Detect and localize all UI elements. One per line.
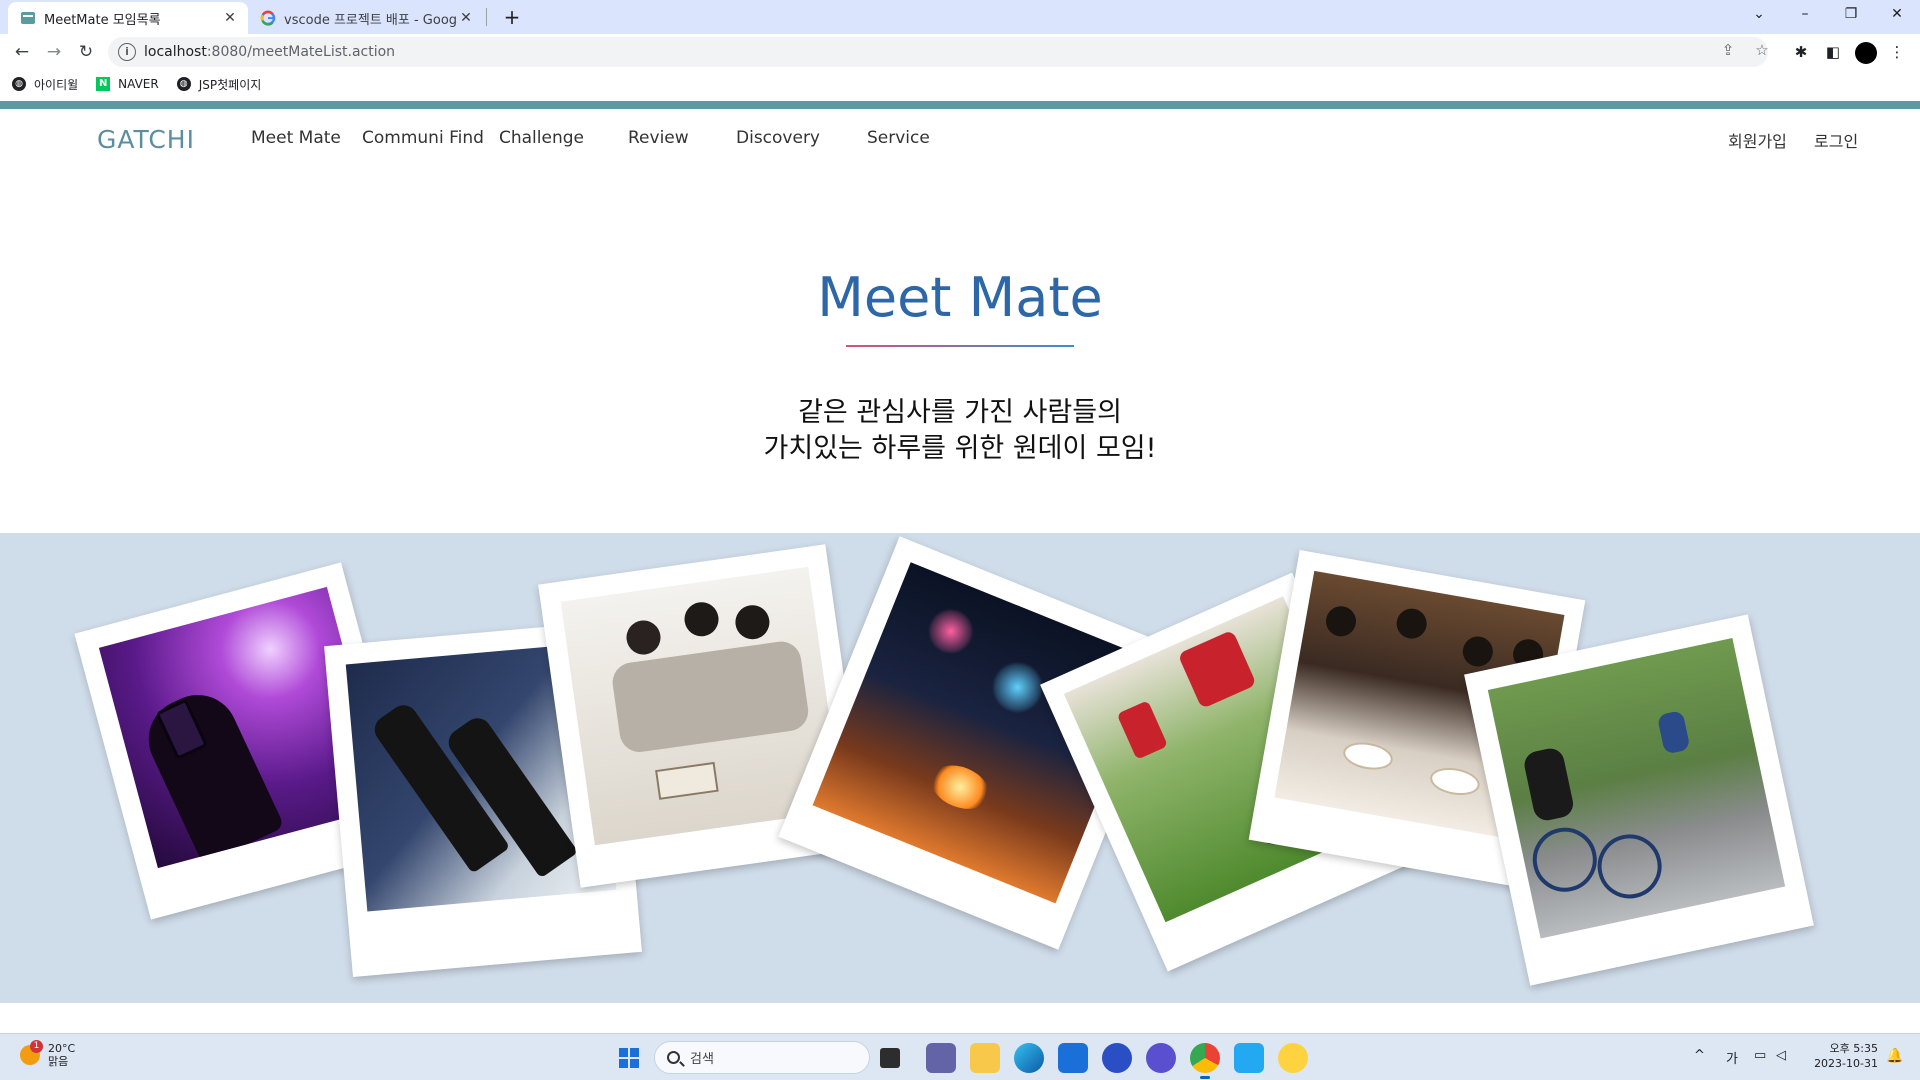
extensions-icon[interactable]: ✱ [1790, 41, 1812, 63]
app-circle-icon[interactable] [1146, 1043, 1176, 1073]
nav-service[interactable]: Service [867, 128, 930, 148]
vscode-icon[interactable] [1234, 1043, 1264, 1073]
polaroid-cycling[interactable] [1464, 614, 1814, 986]
menu-kebab-icon[interactable]: ⋮ [1886, 41, 1908, 63]
reload-icon[interactable]: ↻ [72, 38, 100, 66]
page-title: Meet Mate [817, 266, 1103, 329]
store-icon[interactable] [1058, 1043, 1088, 1073]
globe-icon: ◍ [176, 77, 191, 91]
login-link[interactable]: 로그인 [1814, 128, 1858, 152]
search-icon [667, 1051, 680, 1064]
back-icon[interactable]: ← [8, 38, 36, 66]
tab-title: MeetMate 모임목록 [44, 12, 161, 28]
windows-start-icon[interactable] [614, 1043, 644, 1073]
subtitle-line-1: 같은 관심사를 가진 사람들의 [798, 397, 1122, 428]
nav-discovery[interactable]: Discovery [736, 128, 820, 148]
nav-challenge[interactable]: Challenge [499, 128, 584, 148]
tab-meetmate[interactable]: MeetMate 모임목록 ✕ [8, 2, 248, 34]
naver-icon: N [96, 77, 111, 91]
profile-avatar[interactable] [1855, 42, 1877, 64]
browser-tabstrip: MeetMate 모임목록 ✕ vscode 프로젝트 배포 - Google … [0, 0, 1920, 34]
page-viewport: GATCHI Meet Mate Communi Find Challenge … [0, 101, 1920, 1033]
subtitle-line-2: 가치있는 하루를 위한 원데이 모임! [763, 433, 1157, 464]
bookmarks-bar: ◍ 아이티윌 N NAVER ◍ JSP첫페이지 [0, 70, 1920, 98]
signup-link[interactable]: 회원가입 [1728, 128, 1787, 152]
weather-sun-icon: 1 [20, 1040, 43, 1065]
tab-close-icon[interactable]: ✕ [222, 10, 238, 26]
weather-temp: 20°C [48, 1042, 76, 1055]
cycling-photo [1487, 638, 1786, 939]
bookmark-star-icon[interactable]: ☆ [1752, 40, 1772, 60]
os-taskbar: 1 20°C 맑음 검색 ^ 가 ▭ ◁ 오후 5:35 2023-10-31 … [0, 1033, 1920, 1080]
sticky-app-icon[interactable] [1278, 1043, 1308, 1073]
window-close-icon[interactable]: ✕ [1874, 0, 1920, 30]
tab-divider [486, 8, 487, 26]
taskbar-search[interactable]: 검색 [654, 1041, 870, 1074]
browser-toolbar: ← → ↻ i localhost:8080/meetMateList.acti… [0, 34, 1920, 70]
clock-date: 2023-10-31 [1814, 1057, 1878, 1070]
weather-widget[interactable]: 1 20°C 맑음 [20, 1040, 76, 1068]
network-icon[interactable]: ▭ [1754, 1048, 1766, 1063]
bookmark-itwill[interactable]: ◍ 아이티윌 [12, 76, 78, 93]
bookmark-jsp[interactable]: ◍ JSP첫페이지 [176, 76, 261, 93]
minimize-icon[interactable]: – [1782, 0, 1828, 30]
tab-title: vscode 프로젝트 배포 - Google [284, 12, 458, 28]
clock-time: 오후 5:35 [1829, 1042, 1878, 1055]
tab-close-icon[interactable]: ✕ [458, 10, 474, 26]
tab-vscode[interactable]: vscode 프로젝트 배포 - Google ✕ [252, 2, 484, 34]
new-tab-icon[interactable]: + [498, 3, 526, 31]
nav-meet-mate[interactable]: Meet Mate [251, 128, 341, 148]
photo-gallery [0, 533, 1920, 1003]
edge-icon[interactable] [1014, 1043, 1044, 1073]
chrome-running-indicator [1200, 1076, 1210, 1079]
title-underline [846, 345, 1074, 347]
restore-icon[interactable]: ❐ [1828, 0, 1874, 30]
ime-indicator[interactable]: 가 [1726, 1048, 1738, 1067]
taskbar-clock[interactable]: 오후 5:35 2023-10-31 [1812, 1041, 1878, 1071]
google-icon [260, 10, 276, 26]
top-accent-bar [0, 101, 1920, 109]
app-c-icon[interactable] [1102, 1043, 1132, 1073]
search-placeholder: 검색 [690, 1052, 714, 1067]
chrome-icon[interactable] [1190, 1043, 1220, 1073]
site-info-icon[interactable]: i [118, 43, 136, 61]
task-view-icon[interactable] [880, 1048, 900, 1068]
url-text[interactable]: localhost:8080/meetMateList.action [144, 44, 395, 60]
tab-search-chevron-icon[interactable]: ⌄ [1736, 0, 1782, 30]
site-favicon [21, 12, 35, 24]
forward-icon[interactable]: → [40, 38, 68, 66]
share-icon[interactable]: ⇪ [1718, 40, 1738, 60]
nav-review[interactable]: Review [628, 128, 689, 148]
volume-muted-icon[interactable]: ◁ [1776, 1048, 1786, 1063]
weather-status: 맑음 [48, 1055, 69, 1068]
site-header: GATCHI Meet Mate Communi Find Challenge … [0, 109, 1920, 165]
site-logo[interactable]: GATCHI [97, 125, 195, 154]
file-explorer-icon[interactable] [970, 1043, 1000, 1073]
page-subtitle: 같은 관심사를 가진 사람들의 가치있는 하루를 위한 원데이 모임! [0, 395, 1920, 467]
nav-communi-find[interactable]: Communi Find [362, 128, 484, 148]
weather-badge: 1 [30, 1040, 43, 1053]
notification-bell-icon[interactable]: 🔔 [1886, 1048, 1903, 1064]
bookmark-naver[interactable]: N NAVER [96, 77, 159, 91]
teams-chat-icon[interactable] [926, 1043, 956, 1073]
address-bar[interactable]: i localhost:8080/meetMateList.action [108, 37, 1768, 67]
side-panel-icon[interactable]: ◧ [1822, 41, 1844, 63]
globe-icon: ◍ [12, 77, 26, 91]
tray-overflow-chevron-icon[interactable]: ^ [1694, 1048, 1705, 1063]
